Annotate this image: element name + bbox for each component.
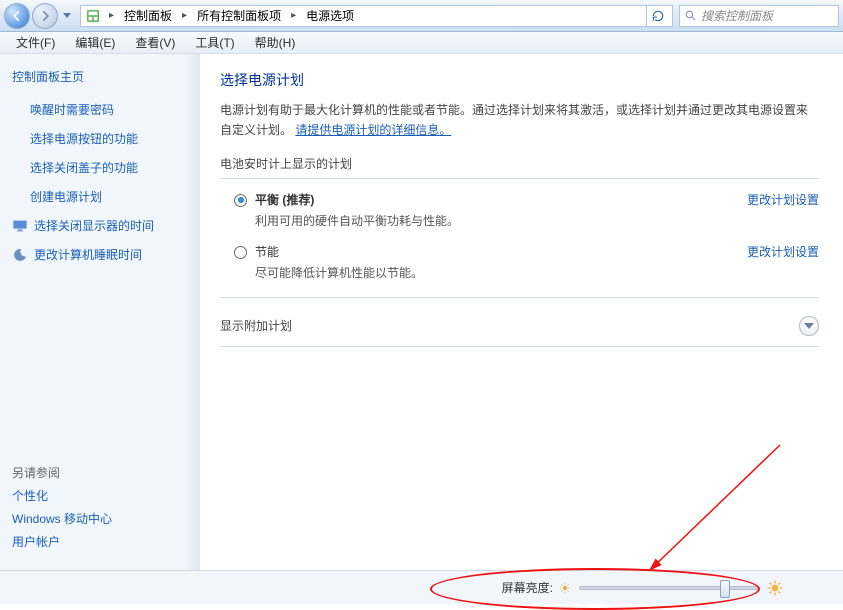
sidebar-link-display-off[interactable]: 选择关闭显示器的时间	[12, 217, 199, 234]
see-also-mobility[interactable]: Windows 移动中心	[12, 510, 199, 527]
arrow-left-icon	[10, 9, 24, 23]
sidebar-link-wake-password[interactable]: 唤醒时需要密码	[30, 101, 199, 118]
refresh-icon	[651, 9, 665, 23]
show-more-plans[interactable]: 显示附加计划	[220, 308, 819, 344]
nav-history-dropdown[interactable]	[60, 6, 74, 26]
page-description: 电源计划有助于最大化计算机的性能或者节能。通过选择计划来将其激活，或选择计划并通…	[220, 100, 819, 141]
sun-dim-icon	[559, 582, 571, 594]
plans-group-title: 电池安时计上显示的计划	[220, 155, 819, 174]
divider	[220, 178, 819, 179]
brightness-slider[interactable]	[579, 586, 759, 590]
sun-bright-icon	[767, 580, 783, 596]
footer: 屏幕亮度:	[0, 570, 843, 604]
arrow-right-icon	[38, 9, 52, 23]
plan-balanced-name: 平衡 (推荐)	[255, 193, 314, 207]
breadcrumb[interactable]: ▸ 控制面板▸ 所有控制面板项▸ 电源选项	[80, 5, 673, 27]
plan-balanced: 平衡 (推荐) 利用可用的硬件自动平衡功耗与性能。 更改计划设置	[220, 189, 819, 241]
breadcrumb-sep: ▸	[105, 10, 118, 21]
breadcrumb-seg-2[interactable]: 电源选项	[300, 7, 360, 24]
plan-power-saver-edit[interactable]: 更改计划设置	[747, 243, 819, 260]
menu-tools[interactable]: 工具(T)	[185, 32, 244, 53]
plan-power-saver-radio[interactable]	[234, 246, 247, 259]
refresh-button[interactable]	[646, 5, 668, 27]
page-title: 选择电源计划	[220, 70, 819, 90]
menu-help[interactable]: 帮助(H)	[245, 32, 306, 53]
sidebar: 控制面板主页 唤醒时需要密码 选择电源按钮的功能 选择关闭盖子的功能 创建电源计…	[0, 54, 200, 570]
search-icon	[684, 9, 697, 22]
expand-button[interactable]	[799, 316, 819, 336]
plan-power-saver-desc: 尽可能降低计算机性能以节能。	[255, 264, 747, 281]
see-also-personalize[interactable]: 个性化	[12, 487, 199, 504]
sidebar-link-close-lid[interactable]: 选择关闭盖子的功能	[30, 159, 199, 176]
brightness-label: 屏幕亮度:	[502, 579, 553, 596]
search-input[interactable]: 搜索控制面板	[679, 5, 839, 27]
moon-icon	[12, 247, 28, 263]
back-button[interactable]	[4, 3, 30, 29]
divider	[220, 297, 819, 298]
navbar: ▸ 控制面板▸ 所有控制面板项▸ 电源选项 搜索控制面板	[0, 0, 843, 32]
sidebar-home[interactable]: 控制面板主页	[12, 68, 199, 85]
sidebar-link-sleep[interactable]: 更改计算机睡眠时间	[12, 246, 199, 263]
chevron-down-icon	[63, 13, 71, 18]
brightness-slider-thumb[interactable]	[720, 580, 730, 598]
divider	[220, 346, 819, 347]
menu-file[interactable]: 文件(F)	[6, 32, 65, 53]
see-also-user-acct[interactable]: 用户帐户	[12, 533, 199, 550]
sidebar-link-create-plan[interactable]: 创建电源计划	[30, 188, 199, 205]
forward-button[interactable]	[32, 3, 58, 29]
plan-balanced-radio[interactable]	[234, 194, 247, 207]
breadcrumb-seg-1[interactable]: 所有控制面板项▸	[191, 7, 300, 24]
see-also-title: 另请参阅	[12, 464, 199, 481]
main-content: 选择电源计划 电源计划有助于最大化计算机的性能或者节能。通过选择计划来将其激活，…	[200, 54, 843, 570]
plan-power-saver-name: 节能	[255, 245, 279, 259]
sidebar-link-power-button[interactable]: 选择电源按钮的功能	[30, 130, 199, 147]
control-panel-icon	[85, 8, 101, 24]
breadcrumb-seg-0[interactable]: 控制面板▸	[118, 7, 191, 24]
plan-balanced-edit[interactable]: 更改计划设置	[747, 191, 819, 208]
chevron-down-icon	[804, 323, 814, 329]
plan-power-saver: 节能 尽可能降低计算机性能以节能。 更改计划设置	[220, 241, 819, 293]
plan-balanced-desc: 利用可用的硬件自动平衡功耗与性能。	[255, 212, 747, 229]
more-info-link[interactable]: 请提供电源计划的详细信息。	[295, 123, 451, 137]
menubar: 文件(F) 编辑(E) 查看(V) 工具(T) 帮助(H)	[0, 32, 843, 54]
menu-edit[interactable]: 编辑(E)	[65, 32, 125, 53]
menu-view[interactable]: 查看(V)	[125, 32, 185, 53]
search-placeholder: 搜索控制面板	[701, 7, 773, 24]
monitor-icon	[12, 218, 28, 234]
